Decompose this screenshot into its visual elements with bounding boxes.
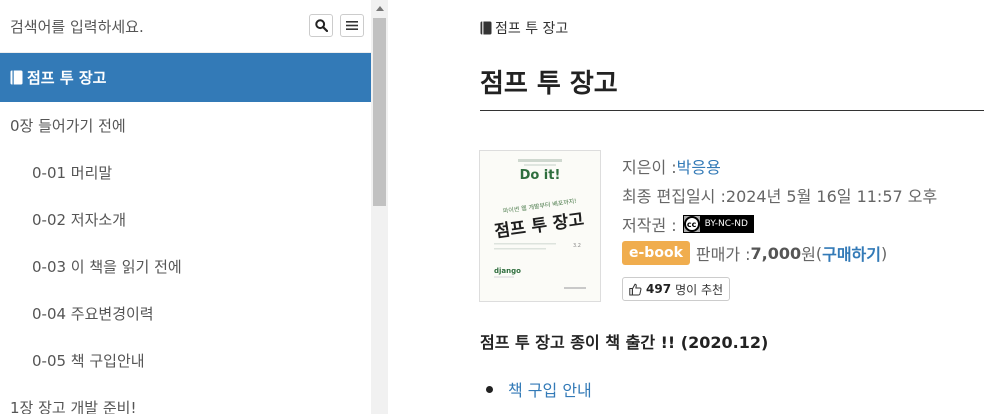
toc-item[interactable]: 0-05 책 구입안내 [0, 337, 371, 384]
author-label: 지은이 : [622, 158, 677, 177]
table-of-contents: 점프 투 장고 0장 들어가기 전에 0-01 머리말 0-02 저자소개 0-… [0, 53, 371, 414]
hamburger-icon [346, 21, 358, 30]
bullet-dot [486, 386, 493, 393]
cover-doit: Do it! [520, 168, 561, 183]
sidebar: 점프 투 장고 0장 들어가기 전에 0-01 머리말 0-02 저자소개 0-… [0, 0, 388, 414]
toc-item[interactable]: 1장 장고 개발 준비! [0, 384, 371, 414]
buy-link[interactable]: 구매하기 [822, 241, 881, 265]
cover-edition: 3.2 [573, 243, 581, 249]
meta-author: 지은이 : 박응용 [622, 154, 721, 178]
toc-item-label: 0-05 책 구입안내 [32, 352, 145, 370]
toc-item-label: 0-01 머리말 [32, 164, 113, 182]
cover-logo: django [494, 267, 521, 275]
notice-heading: 점프 투 장고 종이 책 출간 !! (2020.12) [480, 333, 769, 352]
meta-license: 저작권 : cc BY-NC-ND [622, 212, 754, 236]
cc-icon: cc [683, 216, 700, 232]
page-title: 점프 투 장고 [480, 69, 618, 99]
toc-item-label: 0-03 이 책을 읽기 전에 [32, 258, 182, 276]
toc-item[interactable]: 0-01 머리말 [0, 149, 371, 196]
toc-item-label: 0장 들어가기 전에 [10, 117, 126, 135]
toc-item-label: 점프 투 장고 [27, 69, 107, 87]
license-badge[interactable]: cc BY-NC-ND [682, 215, 754, 233]
toc-item-label: 0-02 저자소개 [32, 211, 127, 229]
breadcrumb: 점프 투 장고 [480, 18, 568, 38]
toc-item[interactable]: 0-03 이 책을 읽기 전에 [0, 243, 371, 290]
main-content: 점프 투 장고 점프 투 장고 Do it! 파이썬 웹 개발부터 배포까지! … [389, 0, 984, 414]
meta-price: e-book 판매가 : 7,000 원 ( 구매하기 ) [622, 241, 887, 265]
buy-guide-link[interactable]: 책 구입 안내 [508, 377, 592, 401]
search-icon [314, 19, 328, 32]
recommend-button[interactable]: 497 명이 추천 [622, 277, 731, 301]
book-icon [10, 70, 23, 85]
toc-item[interactable]: 0-02 저자소개 [0, 196, 371, 243]
app-root: 점프 투 장고 0장 들어가기 전에 0-01 머리말 0-02 저자소개 0-… [0, 0, 984, 414]
caret-up-icon [375, 6, 384, 11]
toc-item-active[interactable]: 점프 투 장고 [0, 53, 371, 102]
license-label: 저작권 : [622, 216, 677, 235]
recommend-count: 497 [646, 282, 672, 296]
book-icon [480, 21, 492, 35]
price-label: 판매가 : [695, 245, 751, 264]
breadcrumb-label: 점프 투 장고 [495, 21, 569, 37]
author-link[interactable]: 박응용 [677, 154, 721, 178]
search-bar [0, 0, 371, 53]
book-cover[interactable]: Do it! 파이썬 웹 개발부터 배포까지! 점프 투 장고 3.2 djan… [479, 150, 601, 302]
toc-item-label: 0-04 주요변경이력 [32, 305, 154, 323]
menu-button[interactable] [340, 14, 364, 37]
scroll-up-arrow[interactable] [371, 0, 388, 17]
paren-close: ) [881, 243, 888, 263]
search-button[interactable] [309, 14, 333, 37]
title-divider [480, 110, 984, 111]
meta-updated: 최종 편집일시 : 2024년 5월 16일 11:57 오후 [622, 183, 937, 207]
sidebar-scrollbar[interactable] [371, 0, 388, 414]
toc-item[interactable]: 0-04 주요변경이력 [0, 290, 371, 337]
price-currency: 원 [801, 245, 816, 264]
toc-item[interactable]: 0장 들어가기 전에 [0, 102, 371, 149]
license-badge-text: BY-NC-ND [699, 216, 753, 232]
recommend-label: 명이 추천 [675, 282, 724, 297]
updated-label: 최종 편집일시 : [622, 187, 726, 206]
price-value: 7,000 [750, 243, 802, 263]
thumbs-up-icon [629, 283, 642, 295]
scroll-thumb[interactable] [373, 18, 386, 206]
updated-value: 2024년 5월 16일 11:57 오후 [725, 187, 938, 206]
search-input[interactable] [0, 0, 300, 53]
toc-item-label: 1장 장고 개발 준비! [10, 399, 137, 414]
ebook-badge: e-book [622, 241, 690, 265]
book-cover-art: Do it! 파이썬 웹 개발부터 배포까지! 점프 투 장고 3.2 djan… [480, 151, 600, 301]
